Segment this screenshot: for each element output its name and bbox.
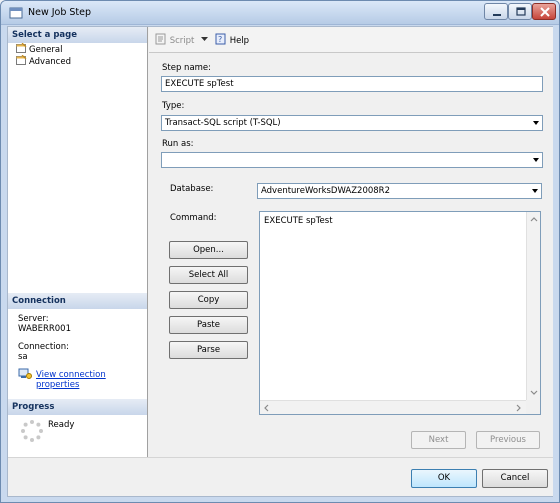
scrollbar-corner <box>526 400 540 414</box>
type-dropdown[interactable]: Transact-SQL script (T-SQL) <box>161 115 543 131</box>
chevron-down-icon <box>532 189 538 193</box>
page-item-advanced[interactable]: Advanced <box>16 55 71 67</box>
scroll-right-icon[interactable] <box>514 401 524 415</box>
run-as-label: Run as: <box>162 139 194 149</box>
progress-header: Progress <box>8 399 147 415</box>
chevron-down-icon <box>201 37 209 41</box>
page-icon <box>16 55 27 65</box>
svg-text:?: ? <box>218 35 222 44</box>
database-dropdown[interactable]: AdventureWorksDWAZ2008R2 <box>257 183 542 199</box>
minimize-icon <box>493 14 501 16</box>
page-item-label: Advanced <box>29 57 71 67</box>
copy-button[interactable]: Copy <box>169 291 248 309</box>
close-icon <box>540 7 550 17</box>
chevron-down-icon <box>533 158 539 162</box>
select-all-button[interactable]: Select All <box>169 266 248 284</box>
open-button[interactable]: Open... <box>169 241 248 259</box>
maximize-icon <box>516 7 526 16</box>
scroll-up-icon[interactable] <box>527 214 541 224</box>
scroll-left-icon[interactable] <box>262 401 272 415</box>
script-label: Script <box>169 36 195 46</box>
close-button[interactable] <box>532 3 556 20</box>
page-item-label: General <box>29 45 63 55</box>
command-editor[interactable]: EXECUTE spTest <box>259 211 541 415</box>
progress-status: Ready <box>48 420 75 430</box>
type-value: Transact-SQL script (T-SQL) <box>165 118 281 128</box>
ok-button[interactable]: OK <box>411 469 477 488</box>
connection-header: Connection <box>8 293 147 309</box>
step-name-label: Step name: <box>162 63 212 73</box>
dialog-client-area: Select a page General Advanced Connectio… <box>7 26 553 497</box>
vertical-scrollbar[interactable] <box>526 212 540 400</box>
step-name-field[interactable]: EXECUTE spTest <box>161 76 543 92</box>
progress-spinner-icon <box>21 420 43 442</box>
help-button[interactable]: ? Help <box>215 33 249 46</box>
database-label: Database: <box>170 184 214 194</box>
dialog-button-bar: OK Cancel <box>8 457 553 496</box>
next-button[interactable]: Next <box>411 431 466 449</box>
horizontal-scrollbar[interactable] <box>260 400 526 414</box>
title-bar[interactable]: New Job Step <box>1 1 559 25</box>
select-page-header: Select a page <box>8 27 147 43</box>
window-title: New Job Step <box>28 7 92 18</box>
cancel-button[interactable]: Cancel <box>482 469 548 488</box>
parse-button[interactable]: Parse <box>169 341 248 359</box>
view-connection-properties-link[interactable]: View connection properties <box>36 370 147 390</box>
help-label: Help <box>229 36 250 46</box>
script-icon <box>155 33 166 45</box>
help-icon: ? <box>215 33 226 45</box>
server-value: WABERR001 <box>18 324 71 334</box>
right-pane: Script ? Help Step name: EXECUTE spTest … <box>149 27 553 457</box>
maximize-button[interactable] <box>508 3 532 20</box>
command-text[interactable]: EXECUTE spTest <box>264 216 333 226</box>
connection-value: sa <box>18 352 28 362</box>
chevron-down-icon <box>533 121 539 125</box>
connection-properties-icon <box>18 368 32 379</box>
scroll-down-icon[interactable] <box>527 388 541 398</box>
database-value: AdventureWorksDWAZ2008R2 <box>261 186 390 196</box>
new-job-step-window: New Job Step Select a page General Advan… <box>0 0 560 503</box>
script-button[interactable]: Script <box>155 33 209 46</box>
connection-label: Connection: <box>18 342 69 352</box>
paste-button[interactable]: Paste <box>169 316 248 334</box>
minimize-button[interactable] <box>484 3 508 20</box>
toolbar: Script ? Help <box>149 27 553 53</box>
server-label: Server: <box>18 314 49 324</box>
type-label: Type: <box>162 101 185 111</box>
command-label: Command: <box>170 213 217 223</box>
page-item-general[interactable]: General <box>16 43 63 55</box>
left-pane: Select a page General Advanced Connectio… <box>8 27 148 496</box>
app-icon <box>9 7 23 19</box>
page-icon <box>16 43 27 53</box>
run-as-dropdown[interactable] <box>161 152 543 168</box>
previous-button[interactable]: Previous <box>476 431 540 449</box>
